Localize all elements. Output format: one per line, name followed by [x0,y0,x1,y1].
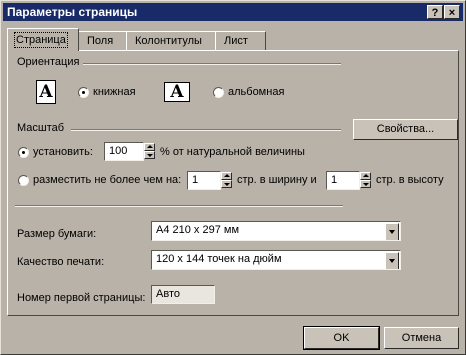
close-icon: × [448,7,456,19]
paper-size-label: Размер бумаги: [17,228,97,240]
scale-set-suffix: % от натуральной величины [160,146,305,158]
scale-percent-spinner[interactable] [144,143,155,159]
orientation-divider [83,63,341,65]
cancel-button-label: Отмена [401,332,442,344]
print-quality-select[interactable]: 120 x 144 точек на дюйм [151,250,401,270]
fit-pages-tall-input[interactable]: 1 [326,171,360,190]
cancel-button[interactable]: Отмена [384,327,459,349]
tab-sheet[interactable]: Лист [215,31,266,50]
properties-button-label: Свойства... [376,123,435,135]
ok-button[interactable]: OK [303,326,380,350]
tab-header-footer-label: Колонтитулы [135,35,202,47]
section-divider [15,205,343,207]
tab-header-footer[interactable]: Колонтитулы [126,31,216,50]
scale-set-label[interactable]: установить: [33,146,93,158]
portrait-radio[interactable] [78,87,89,98]
scale-percent-input[interactable]: 100 [104,142,144,161]
scale-divider [71,129,341,131]
landscape-page-icon: A [164,82,190,102]
title-bar[interactable]: Параметры страницы ? × [3,3,463,21]
orientation-group-label: Ориентация [17,56,80,68]
properties-button[interactable]: Свойства... [353,119,458,140]
help-button[interactable]: ? [427,5,443,19]
tab-page[interactable]: Страница [7,28,79,51]
scale-fit-label[interactable]: разместить не более чем на: [33,174,181,186]
fit-pages-tall-suffix: стр. в высоту [376,174,444,186]
fit-pages-wide-spinner[interactable] [221,172,232,188]
fit-pages-tall-spinner[interactable] [360,172,371,188]
tab-page-label: Страница [14,32,68,48]
chevron-down-icon[interactable] [385,252,399,269]
portrait-page-icon: A [36,80,56,104]
fit-pages-wide-suffix: стр. в ширину и [237,174,317,186]
ok-button-label: OK [333,332,350,344]
page-setup-dialog: Параметры страницы ? × Страница Поля Кол… [0,0,466,355]
print-quality-label: Качество печати: [17,256,105,268]
scale-group-label: Масштаб [17,122,65,134]
spin-down-icon[interactable] [221,180,232,188]
spin-down-icon[interactable] [144,151,155,159]
scale-fit-radio[interactable] [18,175,29,186]
tab-margins-label: Поля [87,35,114,47]
paper-size-select[interactable]: A4 210 x 297 мм [151,221,401,241]
chevron-down-icon[interactable] [385,223,399,240]
spin-up-icon[interactable] [221,172,232,180]
tab-margins[interactable]: Поля [78,31,127,50]
help-icon: ? [431,7,439,19]
scale-set-radio[interactable] [18,147,29,158]
spin-up-icon[interactable] [360,172,371,180]
landscape-radio[interactable] [213,87,224,98]
portrait-label[interactable]: книжная [93,86,136,98]
fit-pages-wide-input[interactable]: 1 [187,171,221,190]
tab-sheet-label: Лист [224,35,248,47]
spin-up-icon[interactable] [144,143,155,151]
first-page-number-label: Номер первой страницы: [17,292,146,304]
first-page-number-input[interactable]: Авто [151,285,215,304]
landscape-label[interactable]: альбомная [228,86,284,98]
close-button[interactable]: × [444,5,460,19]
spin-down-icon[interactable] [360,180,371,188]
dialog-title: Параметры страницы [7,5,138,19]
